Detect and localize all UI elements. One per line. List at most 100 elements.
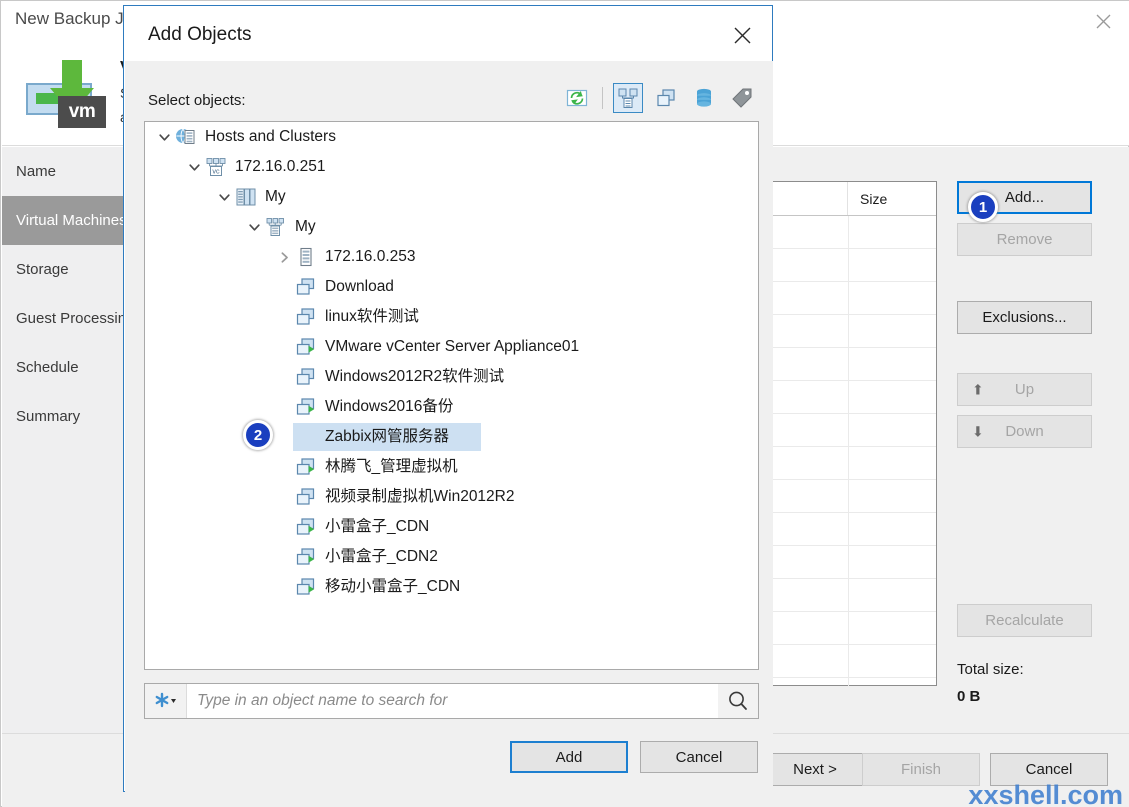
- chevron-placeholder: [275, 332, 293, 362]
- tree-item[interactable]: My: [145, 212, 758, 242]
- tree-item-label: Windows2012R2软件测试: [325, 368, 505, 386]
- close-icon[interactable]: [1088, 7, 1118, 35]
- chevron-placeholder: [275, 542, 293, 572]
- tree-item-selected[interactable]: Zabbix网管服务器: [145, 422, 758, 452]
- up-button-label: Up: [1014, 381, 1035, 398]
- down-button: ⬇ Down: [957, 415, 1092, 448]
- vm-running-icon: [293, 545, 319, 569]
- hosts-and-clusters-icon[interactable]: [613, 83, 643, 113]
- chevron-down-icon[interactable]: [245, 212, 263, 242]
- dialog-cancel-button[interactable]: Cancel: [640, 741, 758, 773]
- tree-item[interactable]: 172.16.0.253: [145, 242, 758, 272]
- tree-item[interactable]: 视频录制虚拟机Win2012R2: [145, 482, 758, 512]
- chevron-placeholder: [275, 422, 293, 452]
- sidebar-item-name[interactable]: Name: [2, 147, 129, 196]
- vm-icon: [293, 275, 319, 299]
- hosts-and-clusters-root-icon: [173, 125, 199, 149]
- search-input[interactable]: [187, 691, 718, 711]
- search-icon[interactable]: [718, 684, 758, 718]
- tree-item-label: My: [265, 188, 286, 206]
- vm-running-icon: [293, 515, 319, 539]
- asterisk-filter-icon[interactable]: [145, 684, 187, 718]
- vm-icon: [293, 305, 319, 329]
- dialog-body: Select objects: Hosts and Clusters vc 17…: [125, 61, 773, 792]
- tree-item[interactable]: 小雷盒子_CDN2: [145, 542, 758, 572]
- callout-badge-2: 2: [243, 420, 273, 450]
- vm-running-icon: [293, 575, 319, 599]
- virtual-machines-vm-icon: vm: [20, 58, 112, 128]
- callout-badge-1: 1: [968, 192, 998, 222]
- tree-item-label: 移动小雷盒子_CDN: [325, 578, 461, 596]
- tree-item[interactable]: Windows2012R2软件测试: [145, 362, 758, 392]
- add-objects-dialog: Add Objects Select objects: Hosts and Cl…: [123, 5, 773, 792]
- tree-item-label: My: [295, 218, 316, 236]
- tree-item-label: Zabbix网管服务器: [325, 428, 450, 446]
- tree-item[interactable]: Windows2016备份: [145, 392, 758, 422]
- search-bar[interactable]: [144, 683, 759, 719]
- vcenter-server-icon: vc: [203, 155, 229, 179]
- refresh-icon[interactable]: [562, 83, 592, 113]
- toolbar-divider: [602, 87, 603, 109]
- chevron-placeholder: [275, 362, 293, 392]
- tree-item[interactable]: VMware vCenter Server Appliance01: [145, 332, 758, 362]
- vm-running-icon: [293, 395, 319, 419]
- tree-item[interactable]: Hosts and Clusters: [145, 122, 758, 152]
- chevron-down-icon[interactable]: [215, 182, 233, 212]
- grid-divider: [848, 216, 849, 686]
- tags-icon[interactable]: [727, 83, 757, 113]
- sidebar-item-guest-processing[interactable]: Guest Processing: [2, 294, 134, 343]
- tree-item-label: linux软件测试: [325, 308, 419, 326]
- cluster-icon: [263, 215, 289, 239]
- tree-item[interactable]: My: [145, 182, 758, 212]
- select-objects-label: Select objects:: [148, 92, 246, 109]
- vm-running-icon: [293, 455, 319, 479]
- chevron-right-icon[interactable]: [275, 242, 293, 272]
- objects-tree[interactable]: Hosts and Clusters vc 172.16.0.251 My My…: [144, 121, 759, 670]
- tree-item-label: 小雷盒子_CDN: [325, 518, 430, 536]
- exclusions-button[interactable]: Exclusions...: [957, 301, 1092, 334]
- tree-item-label: Download: [325, 278, 394, 296]
- tree-item[interactable]: 移动小雷盒子_CDN: [145, 572, 758, 602]
- tree-item-label: 视频录制虚拟机Win2012R2: [325, 488, 515, 506]
- tree-item-label: 林腾飞_管理虚拟机: [325, 458, 458, 476]
- watermark: xxshell.com: [968, 780, 1123, 807]
- chevron-placeholder: [275, 452, 293, 482]
- chevron-placeholder: [275, 512, 293, 542]
- wizard-step-nav: Name Virtual Machines Storage Guest Proc…: [2, 147, 134, 733]
- total-size-value: 0 B: [957, 688, 981, 705]
- close-icon[interactable]: [726, 20, 758, 50]
- remove-button: Remove: [957, 223, 1092, 256]
- vm-icon: [293, 365, 319, 389]
- esxi-host-icon: [293, 245, 319, 269]
- dialog-add-button[interactable]: Add: [510, 741, 628, 773]
- tree-item-label: 小雷盒子_CDN2: [325, 548, 438, 566]
- svg-text:vc: vc: [212, 166, 220, 175]
- tree-item[interactable]: 小雷盒子_CDN: [145, 512, 758, 542]
- datastores-icon[interactable]: [689, 83, 719, 113]
- screen-root: New Backup Job vm Virtual Machines Selec…: [0, 0, 1129, 807]
- next-button[interactable]: Next >: [756, 753, 874, 786]
- column-header-size[interactable]: Size: [848, 182, 936, 215]
- tree-item[interactable]: 林腾飞_管理虚拟机: [145, 452, 758, 482]
- sidebar-item-storage[interactable]: Storage: [2, 245, 129, 294]
- tree-item[interactable]: Download: [145, 272, 758, 302]
- arrow-down-icon: ⬇: [972, 423, 984, 439]
- tree-item[interactable]: vc 172.16.0.251: [145, 152, 758, 182]
- sidebar-item-schedule[interactable]: Schedule: [2, 343, 129, 392]
- chevron-placeholder: [275, 302, 293, 332]
- sidebar-item-virtual-machines[interactable]: Virtual Machines: [2, 196, 129, 245]
- vm-running-icon: [293, 335, 319, 359]
- tree-rows-container: Hosts and Clusters vc 172.16.0.251 My My…: [145, 122, 758, 602]
- tree-item-label: Hosts and Clusters: [205, 128, 336, 146]
- chevron-placeholder: [275, 392, 293, 422]
- vm-badge-label: vm: [58, 96, 106, 128]
- chevron-placeholder: [275, 482, 293, 512]
- finish-button: Finish: [862, 753, 980, 786]
- sidebar-item-summary[interactable]: Summary: [2, 392, 129, 441]
- vms-and-templates-icon[interactable]: [651, 83, 681, 113]
- chevron-down-icon[interactable]: [155, 122, 173, 152]
- view-mode-toolbar: [562, 83, 757, 113]
- chevron-down-icon[interactable]: [185, 152, 203, 182]
- tree-item[interactable]: linux软件测试: [145, 302, 758, 332]
- dialog-title: Add Objects: [148, 24, 252, 45]
